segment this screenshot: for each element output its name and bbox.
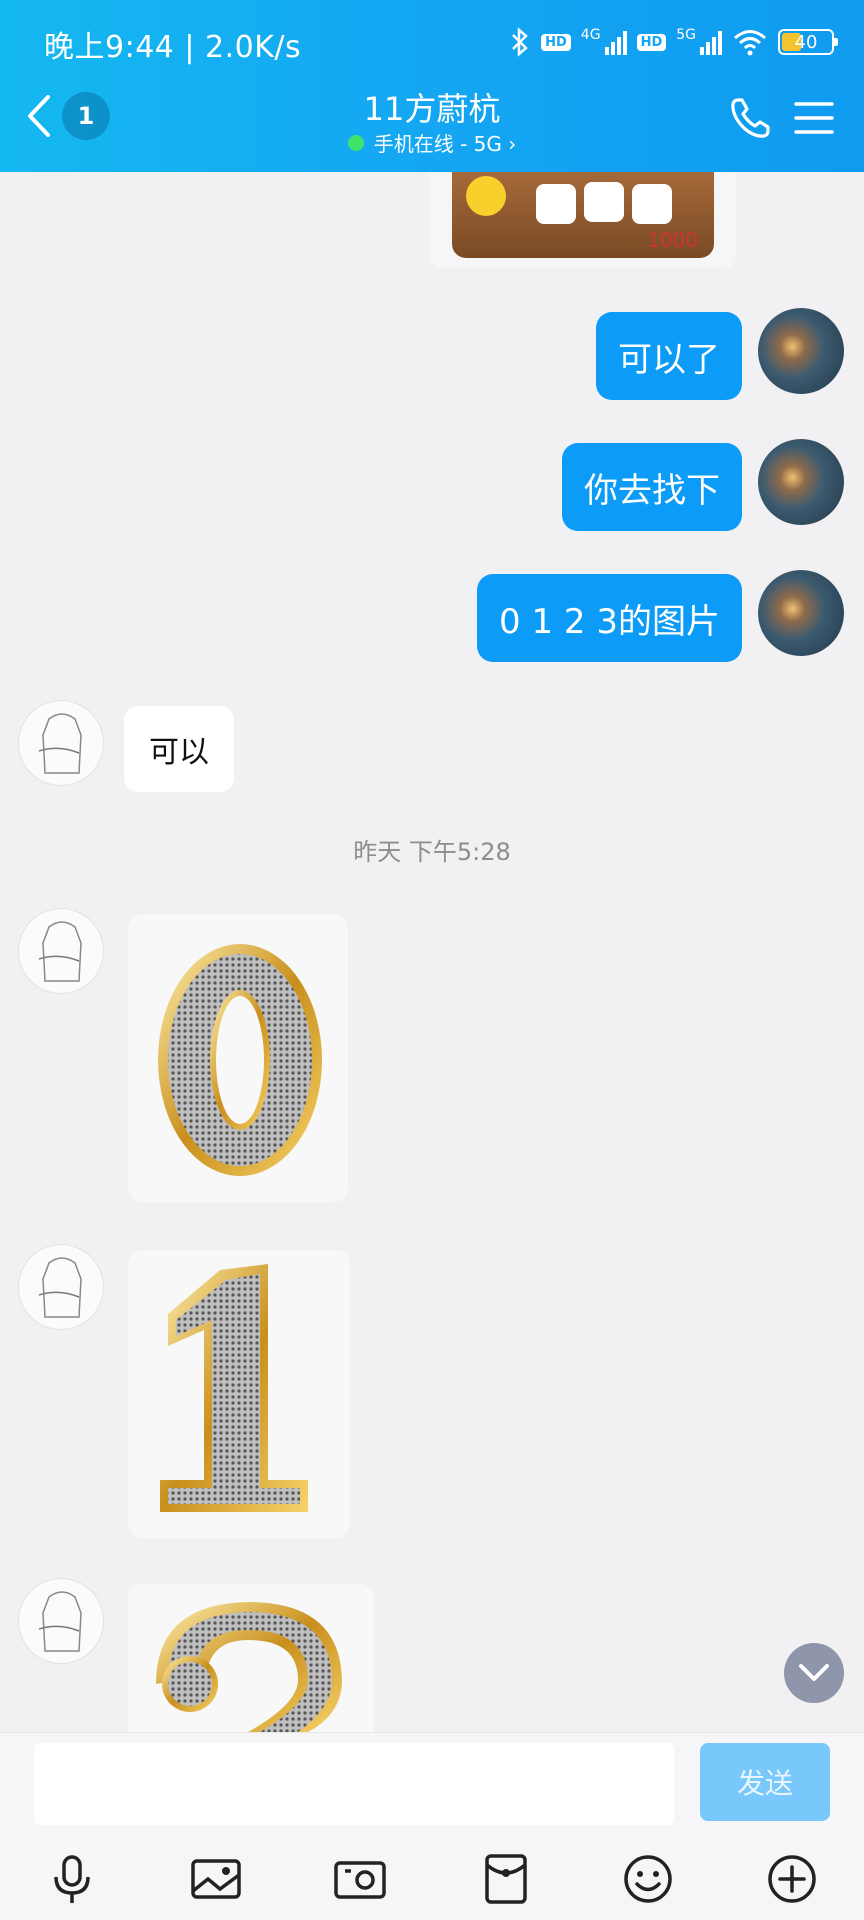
- my-message-bubble[interactable]: 你去找下: [562, 443, 742, 531]
- contact-avatar[interactable]: [18, 700, 104, 786]
- game-mascot: [466, 176, 506, 216]
- battery-level: 40: [794, 31, 818, 53]
- voice-button[interactable]: [42, 1849, 102, 1909]
- my-avatar[interactable]: [758, 308, 844, 394]
- input-toolbar: [0, 1849, 864, 1913]
- status-time-speed: 晚上9:44 | 2.0K/s: [44, 30, 302, 65]
- my-avatar[interactable]: [758, 570, 844, 656]
- scroll-to-bottom-button[interactable]: [784, 1643, 844, 1703]
- camera-button[interactable]: [330, 1849, 390, 1909]
- contact-avatar[interactable]: [18, 1244, 104, 1330]
- hd-badge: HD: [541, 33, 571, 51]
- plus-icon: [768, 1855, 816, 1903]
- online-dot: [347, 134, 364, 151]
- sketch-figure-icon: [38, 1591, 82, 1652]
- online-status-text: 手机在线 - 5G ›: [373, 132, 517, 156]
- my-message-bubble[interactable]: 可以了: [596, 312, 742, 400]
- phone-icon[interactable]: [726, 94, 774, 142]
- my-message-bubble[interactable]: 0 1 2 3的图片: [477, 574, 742, 662]
- smiley-icon: [624, 1855, 672, 1903]
- status-bar: 晚上9:44 | 2.0K/s HD 4G HD 5G 40: [0, 0, 864, 84]
- contact-message-bubble[interactable]: 可以: [124, 706, 234, 792]
- dice-icon: [536, 184, 576, 224]
- message-input[interactable]: [34, 1743, 674, 1825]
- send-button[interactable]: 发送: [700, 1743, 830, 1821]
- menu-icon[interactable]: [790, 94, 838, 142]
- dice-icon: [632, 184, 672, 224]
- hd-badge-2: HD: [636, 33, 667, 51]
- contact-avatar[interactable]: [18, 1578, 104, 1664]
- input-bar: 发送: [0, 1732, 864, 1920]
- sticker-image-one[interactable]: 1: [128, 1250, 350, 1538]
- message-timestamp: 昨天 下午5:28: [353, 838, 511, 866]
- chat-message-list[interactable]: 1000 可以了 你去找下 0 1 2 3的图片 可以 昨天 下午5:28 0: [0, 172, 864, 1732]
- sketch-figure-icon: [38, 713, 82, 774]
- bluetooth-icon: [512, 27, 528, 57]
- wifi-icon: [734, 30, 766, 56]
- previous-game-card[interactable]: 1000: [430, 172, 736, 268]
- network-4g-label: 4G: [580, 27, 601, 43]
- image-button[interactable]: [186, 1849, 246, 1909]
- network-5g-label: 5G: [676, 27, 696, 43]
- red-packet-button[interactable]: [476, 1849, 536, 1909]
- red-packet-icon: [485, 1854, 527, 1904]
- my-avatar[interactable]: [758, 439, 844, 525]
- signal-icon-2: [700, 29, 722, 55]
- image-icon: [191, 1859, 241, 1899]
- dice-icon: [584, 182, 624, 222]
- battery-icon: 40: [778, 29, 838, 55]
- camera-icon: [334, 1861, 386, 1899]
- sticker-graphic: [158, 944, 322, 1176]
- more-button[interactable]: [762, 1849, 822, 1909]
- chat-header: 晚上9:44 | 2.0K/s HD 4G HD 5G 40 1 11方蔚杭 手…: [0, 0, 864, 172]
- contact-avatar[interactable]: [18, 908, 104, 994]
- game-card-amount: 1000: [647, 228, 698, 252]
- sticker-image-zero[interactable]: 0: [128, 914, 348, 1202]
- signal-icon: [604, 29, 627, 55]
- chevron-down-icon: [799, 1664, 829, 1681]
- microphone-icon: [54, 1855, 90, 1903]
- emoji-button[interactable]: [618, 1849, 678, 1909]
- sketch-figure-icon: [38, 1257, 82, 1318]
- sticker-graphic: [160, 1264, 308, 1512]
- sketch-figure-icon: [38, 921, 82, 982]
- sticker-graphic: [156, 1602, 342, 1732]
- status-icons: HD 4G HD 5G 40: [509, 20, 838, 64]
- game-card-board: 1000: [452, 172, 714, 258]
- sticker-image-two[interactable]: 2: [128, 1584, 374, 1732]
